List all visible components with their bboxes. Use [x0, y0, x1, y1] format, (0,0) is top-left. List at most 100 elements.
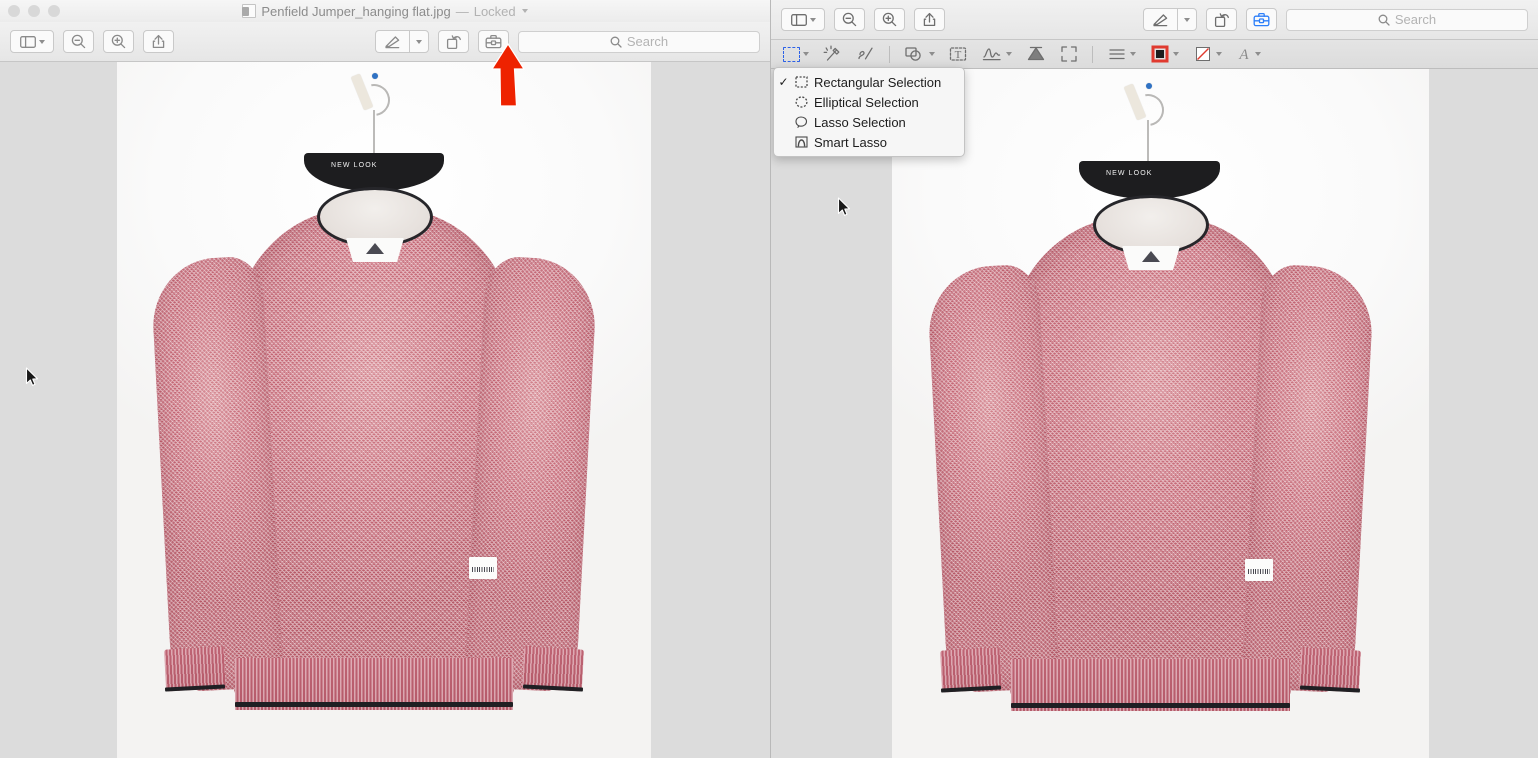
svg-text:A: A	[1238, 47, 1249, 63]
preview-window-right: Search T	[770, 0, 1538, 758]
chevron-down-icon[interactable]	[522, 9, 528, 13]
zoom-in-button[interactable]	[103, 30, 134, 53]
dual-window-screenshot: Penfield Jumper_hanging flat.jpg — Locke…	[0, 0, 1538, 758]
search-input[interactable]: Search	[1286, 9, 1528, 31]
locked-status: Locked	[474, 4, 516, 19]
image-canvas-right[interactable]: NEW LOOK	[771, 69, 1538, 758]
selection-tools-button[interactable]	[783, 47, 809, 62]
signature-icon	[981, 45, 1003, 63]
toolbar-left: Search	[0, 22, 770, 62]
rotate-left-button[interactable]	[438, 30, 469, 53]
adjust-size-button[interactable]	[1060, 45, 1078, 63]
toolbar-divider	[889, 46, 890, 63]
search-placeholder: Search	[1395, 12, 1436, 27]
pin-icon	[372, 73, 378, 79]
share-button[interactable]	[143, 30, 174, 53]
chevron-down-icon	[929, 52, 935, 56]
lasso-selection-icon	[794, 116, 809, 128]
zoom-in-button[interactable]	[874, 8, 905, 31]
markup-pen-menu-button[interactable]	[1177, 8, 1197, 31]
border-color-swatch	[1150, 45, 1170, 63]
menu-item-label: Elliptical Selection	[814, 95, 919, 110]
text-style-button[interactable]: A	[1236, 45, 1261, 63]
svg-text:T: T	[955, 49, 962, 61]
toolbar-right: Search	[771, 0, 1538, 40]
magic-wand-icon	[823, 45, 842, 63]
zoom-out-button[interactable]	[834, 8, 865, 31]
sidebar-button[interactable]	[781, 8, 825, 31]
shape-style-button[interactable]	[1107, 45, 1136, 63]
mouse-cursor-left	[25, 367, 39, 387]
markup-toolbar: T	[771, 40, 1538, 69]
shapes-button[interactable]	[904, 45, 935, 63]
sketch-icon	[856, 45, 875, 63]
sidebar-button[interactable]	[10, 30, 54, 53]
document-image-left[interactable]: NEW LOOK	[117, 62, 651, 758]
text-button[interactable]: T	[949, 45, 967, 63]
hanger-brand-text: NEW LOOK	[331, 162, 378, 169]
shape-style-icon	[1107, 45, 1127, 63]
chevron-down-icon	[1006, 52, 1012, 56]
checkmark-icon: ✓	[778, 75, 789, 89]
pin-icon	[1146, 83, 1152, 89]
border-color-button[interactable]	[1150, 45, 1179, 63]
chevron-down-icon	[1130, 52, 1136, 56]
menu-item-smart-lasso[interactable]: Smart Lasso	[774, 132, 964, 152]
menu-item-label: Rectangular Selection	[814, 75, 941, 90]
fill-color-button[interactable]	[1193, 45, 1222, 63]
traffic-lights-left[interactable]	[0, 5, 60, 17]
markup-pen-button[interactable]	[1143, 8, 1177, 31]
rectangular-selection-icon	[794, 76, 809, 88]
chevron-down-icon	[416, 40, 422, 44]
minimize-button[interactable]	[28, 5, 40, 17]
close-button[interactable]	[8, 5, 20, 17]
chevron-down-icon	[803, 52, 809, 56]
document-lock-icon	[242, 4, 256, 18]
search-placeholder: Search	[627, 34, 668, 49]
menu-item-rectangular-selection[interactable]: ✓ Rectangular Selection	[774, 72, 964, 92]
smart-lasso-icon	[794, 136, 809, 148]
menu-item-label: Smart Lasso	[814, 135, 887, 150]
selection-tools-menu[interactable]: ✓ Rectangular Selection Elliptical Selec…	[773, 67, 965, 157]
sketch-button[interactable]	[856, 45, 875, 63]
adjust-color-button[interactable]	[1026, 45, 1046, 63]
rotate-left-button[interactable]	[1206, 8, 1237, 31]
markup-pen-menu-button[interactable]	[409, 30, 429, 53]
chevron-down-icon	[1216, 52, 1222, 56]
document-name: Penfield Jumper_hanging flat.jpg	[261, 4, 450, 19]
fill-color-swatch	[1193, 45, 1213, 63]
instant-alpha-button[interactable]	[823, 45, 842, 63]
preview-window-left: Penfield Jumper_hanging flat.jpg — Locke…	[0, 0, 770, 758]
title-separator: —	[456, 4, 469, 19]
garment-tag	[1245, 559, 1273, 581]
document-image-right[interactable]: NEW LOOK	[892, 69, 1429, 758]
adjust-size-icon	[1060, 45, 1078, 63]
markup-pen-button[interactable]	[375, 30, 409, 53]
neck-label	[346, 238, 404, 262]
zoom-out-button[interactable]	[63, 30, 94, 53]
text-icon: T	[949, 45, 967, 63]
neck-label	[1122, 246, 1180, 270]
garment-tag	[469, 557, 497, 579]
search-input[interactable]: Search	[518, 31, 760, 53]
sign-button[interactable]	[981, 45, 1012, 63]
image-canvas-left[interactable]: NEW LOOK	[0, 62, 770, 758]
zoom-button[interactable]	[48, 5, 60, 17]
markup-toolbox-button[interactable]	[1246, 8, 1277, 31]
chevron-down-icon	[810, 18, 816, 22]
text-style-icon: A	[1236, 45, 1252, 63]
shapes-icon	[904, 45, 926, 63]
elliptical-selection-icon	[794, 96, 809, 108]
hanger-brand-text: NEW LOOK	[1106, 170, 1153, 177]
chevron-down-icon	[1173, 52, 1179, 56]
chevron-down-icon	[1184, 18, 1190, 22]
menu-item-elliptical-selection[interactable]: Elliptical Selection	[774, 92, 964, 112]
menu-item-label: Lasso Selection	[814, 115, 906, 130]
chevron-down-icon	[1255, 52, 1261, 56]
menu-item-lasso-selection[interactable]: Lasso Selection	[774, 112, 964, 132]
share-button[interactable]	[914, 8, 945, 31]
rectangular-selection-icon	[783, 47, 800, 62]
window-title-left: Penfield Jumper_hanging flat.jpg — Locke…	[0, 0, 770, 22]
adjust-color-icon	[1026, 45, 1046, 63]
mouse-cursor-right	[837, 197, 851, 217]
